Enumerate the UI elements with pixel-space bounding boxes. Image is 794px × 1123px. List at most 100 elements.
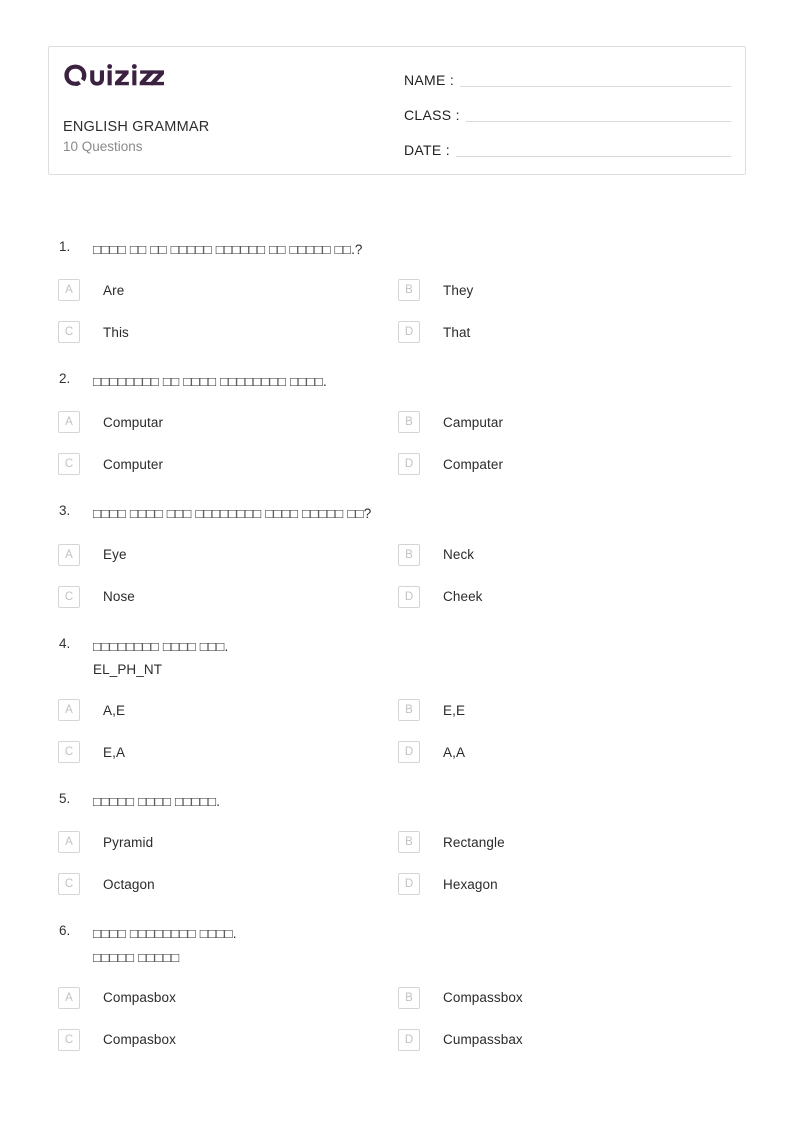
question-text: □□□□ □□□□□□□□ □□□□. □□□□□ □□□□□ <box>93 926 237 965</box>
option-text: Cumpassbax <box>443 1032 523 1048</box>
quiz-meta: ENGLISH GRAMMAR 10 Questions <box>63 118 404 156</box>
answer-option[interactable]: B They <box>398 279 746 302</box>
question-number: 6. <box>59 923 71 939</box>
option-letter-box[interactable]: D <box>398 1028 420 1051</box>
class-field-label: CLASS : <box>404 107 460 123</box>
worksheet-page: ENGLISH GRAMMAR 10 Questions NAME : CLAS… <box>0 0 794 1123</box>
date-field-input[interactable] <box>455 142 731 157</box>
option-text: Eye <box>103 547 127 563</box>
option-text: Octagon <box>103 876 155 892</box>
option-letter-box[interactable]: B <box>398 986 420 1009</box>
option-grid: A Are B They C This D That <box>48 279 746 344</box>
option-letter-box[interactable]: C <box>58 1028 80 1051</box>
answer-option[interactable]: A Eye <box>48 543 398 566</box>
question-text: □□□□ □□ □□ □□□□□ □□□□□□ □□ □□□□□ □□.? <box>93 242 363 257</box>
question-header: 3. □□□□ □□□□ □□□ □□□□□□□□ □□□□ □□□□□ □□? <box>48 502 746 525</box>
answer-option[interactable]: D A,A <box>398 741 746 764</box>
option-letter-box[interactable]: B <box>398 699 420 722</box>
option-letter-box[interactable]: C <box>58 453 80 476</box>
answer-option[interactable]: B Camputar <box>398 411 746 434</box>
answer-option[interactable]: C Octagon <box>48 873 398 896</box>
student-info-fields: NAME : CLASS : DATE : <box>404 47 745 174</box>
option-grid: A Compasbox B Compassbox C Compasbox D Cumpassb… <box>48 986 746 1051</box>
option-letter-box[interactable]: D <box>398 873 420 896</box>
quizizz-logo-icon <box>64 64 164 87</box>
option-letter-box[interactable]: A <box>58 831 80 854</box>
option-text: This <box>103 324 129 340</box>
question-header: 6. □□□□ □□□□□□□□ □□□□. □□□□□ □□□□□ <box>48 922 746 968</box>
option-text: Pyramid <box>103 834 154 850</box>
option-letter-box[interactable]: A <box>58 699 80 722</box>
answer-option[interactable]: A Compasbox <box>48 986 398 1009</box>
option-letter-box[interactable]: A <box>58 279 80 302</box>
answer-option[interactable]: C This <box>48 321 398 344</box>
question-block: 5. □□□□□ □□□□ □□□□□. A Pyramid B Rectangle C Oc… <box>48 790 746 896</box>
option-letter-box[interactable]: D <box>398 453 420 476</box>
name-field-input[interactable] <box>460 72 731 87</box>
question-block: 4. □□□□□□□□ □□□□ □□□. EL_PH_NT A A,E B E,E C E,… <box>48 635 746 764</box>
question-block: 3. □□□□ □□□□ □□□ □□□□□□□□ □□□□ □□□□□ □□? A… <box>48 502 746 608</box>
header-left-section: ENGLISH GRAMMAR 10 Questions <box>49 47 404 174</box>
answer-option[interactable]: A Are <box>48 279 398 302</box>
answer-option[interactable]: B Rectangle <box>398 831 746 854</box>
option-text: A,A <box>443 744 466 760</box>
answer-option[interactable]: D Compater <box>398 453 746 476</box>
option-letter-box[interactable]: D <box>398 585 420 608</box>
option-grid: A Eye B Neck C Nose D Cheek <box>48 543 746 608</box>
answer-option[interactable]: D That <box>398 321 746 344</box>
option-text: Cheek <box>443 589 483 605</box>
quiz-question-count: 10 Questions <box>63 139 143 155</box>
option-letter-box[interactable]: C <box>58 741 80 764</box>
answer-option[interactable]: A Pyramid <box>48 831 398 854</box>
option-text: That <box>443 324 471 340</box>
answer-option[interactable]: A A,E <box>48 699 398 722</box>
answer-option[interactable]: B Compassbox <box>398 986 746 1009</box>
class-field-input[interactable] <box>465 107 731 122</box>
option-letter-box[interactable]: B <box>398 831 420 854</box>
option-letter-box[interactable]: A <box>58 543 80 566</box>
question-text: □□□□□ □□□□ □□□□□. <box>93 794 221 810</box>
option-letter-box[interactable]: D <box>398 321 420 344</box>
option-grid: A Computar B Camputar C Computer D Compater <box>48 411 746 476</box>
option-letter-box[interactable]: C <box>58 585 80 608</box>
option-text: Computar <box>103 414 164 430</box>
answer-option[interactable]: D Hexagon <box>398 873 746 896</box>
answer-option[interactable]: C Compasbox <box>48 1028 398 1051</box>
answer-option[interactable]: C Nose <box>48 585 398 608</box>
option-text: Compassbox <box>443 990 523 1006</box>
question-text: □□□□□□□□ □□ □□□□ □□□□□□□□ □□□□. <box>93 374 327 390</box>
date-field-label: DATE : <box>404 142 450 158</box>
option-grid: A Pyramid B Rectangle C Octagon D Hexagon <box>48 831 746 896</box>
question-text: □□□□ □□□□ □□□ □□□□□□□□ □□□□ □□□□□ □□? <box>93 506 372 522</box>
option-text: Neck <box>443 547 475 563</box>
answer-option[interactable]: C E,A <box>48 741 398 764</box>
option-letter-box[interactable]: A <box>58 411 80 434</box>
option-text: A,E <box>103 702 126 718</box>
answer-option[interactable]: D Cheek <box>398 585 746 608</box>
question-block: 6. □□□□ □□□□□□□□ □□□□. □□□□□ □□□□□ A Compas… <box>48 922 746 1051</box>
option-text: Hexagon <box>443 876 498 892</box>
option-text: Rectangle <box>443 834 505 850</box>
option-letter-box[interactable]: A <box>58 986 80 1009</box>
answer-option[interactable]: C Computer <box>48 453 398 476</box>
option-letter-box[interactable]: B <box>398 543 420 566</box>
answer-option[interactable]: A Computar <box>48 411 398 434</box>
name-field-label: NAME : <box>404 72 455 88</box>
question-number: 3. <box>59 503 71 519</box>
option-text: Are <box>103 282 125 298</box>
answer-option[interactable]: B Neck <box>398 543 746 566</box>
question-number: 2. <box>59 371 71 387</box>
option-grid: A A,E B E,E C E,A D A,A <box>48 699 746 764</box>
option-letter-box[interactable]: D <box>398 741 420 764</box>
question-header: 2. □□□□□□□□ □□ □□□□ □□□□□□□□ □□□□. <box>48 370 746 393</box>
quizizz-logo <box>63 63 404 89</box>
option-letter-box[interactable]: C <box>58 873 80 896</box>
option-letter-box[interactable]: B <box>398 411 420 434</box>
option-letter-box[interactable]: C <box>58 321 80 344</box>
question-header: 4. □□□□□□□□ □□□□ □□□. EL_PH_NT <box>48 635 746 681</box>
answer-option[interactable]: D Cumpassbax <box>398 1028 746 1051</box>
option-letter-box[interactable]: B <box>398 279 420 302</box>
option-text: Nose <box>103 589 135 605</box>
answer-option[interactable]: B E,E <box>398 699 746 722</box>
name-field-row: NAME : <box>404 69 731 87</box>
